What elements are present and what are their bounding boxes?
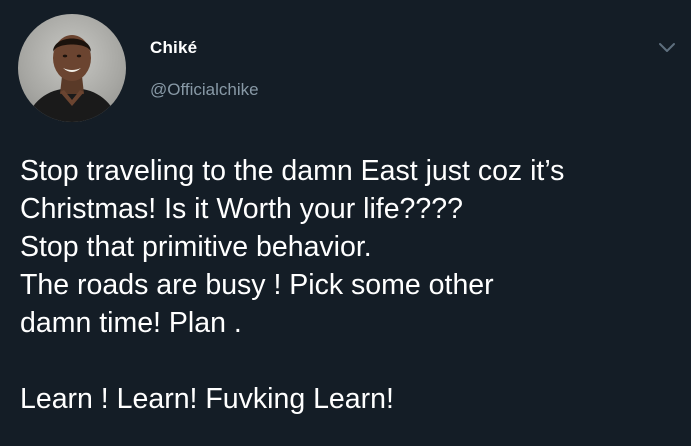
tweet-text-line: Stop traveling to the damn East just coz… xyxy=(20,155,565,187)
display-name[interactable]: Chiké xyxy=(150,38,259,58)
tweet-text-line: Christmas! Is it Worth your life???? xyxy=(20,193,463,225)
tweet-text-line: Stop that primitive behavior. xyxy=(20,231,372,263)
user-info: Chiké @Officialchike xyxy=(150,38,259,100)
profile-photo-icon xyxy=(26,35,118,122)
tweet-card: Chiké @Officialchike Stop traveling to t… xyxy=(0,0,691,446)
tweet-text-line: damn time! Plan . xyxy=(20,307,242,339)
tweet-text: Stop traveling to the damn East just coz… xyxy=(20,152,680,418)
tweet-text-line: Learn ! Learn! Fuvking Learn! xyxy=(20,383,394,415)
tweet-header: Chiké @Officialchike xyxy=(18,14,678,124)
avatar[interactable] xyxy=(18,14,126,122)
chevron-down-icon[interactable] xyxy=(656,36,678,58)
user-handle[interactable]: @Officialchike xyxy=(150,80,259,100)
tweet-text-line: The roads are busy ! Pick some other xyxy=(20,269,494,301)
